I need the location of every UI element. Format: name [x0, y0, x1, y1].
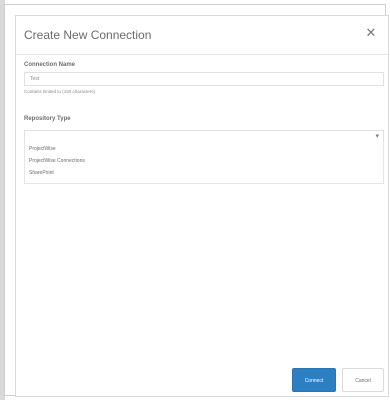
- repository-option-projectwise[interactable]: ProjectWise: [29, 146, 56, 152]
- connection-name-label: Connection Name: [24, 62, 76, 68]
- repository-option-sharepoint[interactable]: SharePoint: [29, 170, 54, 176]
- connection-name-input[interactable]: Test: [24, 72, 384, 86]
- repository-option-projectwise-connections[interactable]: ProjectWise Connections: [29, 158, 85, 164]
- chevron-down-icon: ▾: [375, 133, 379, 140]
- dialog-title: Create New Connection: [24, 28, 152, 42]
- dialog-frame: Create New Connection ✕ Connection Name …: [4, 4, 389, 397]
- repository-type-dropdown: ProjectWise ProjectWise Connections Shar…: [24, 142, 384, 184]
- dialog-header: Create New Connection ✕: [16, 16, 388, 55]
- connection-name-hint: Contains limited to (150 characters): [24, 89, 96, 94]
- close-icon[interactable]: ✕: [364, 26, 378, 40]
- repository-type-label: Repository Type: [24, 116, 71, 122]
- cancel-button[interactable]: Cancel: [342, 368, 384, 392]
- connect-button[interactable]: Connect: [292, 368, 336, 392]
- create-connection-dialog: Create New Connection ✕ Connection Name …: [15, 15, 389, 397]
